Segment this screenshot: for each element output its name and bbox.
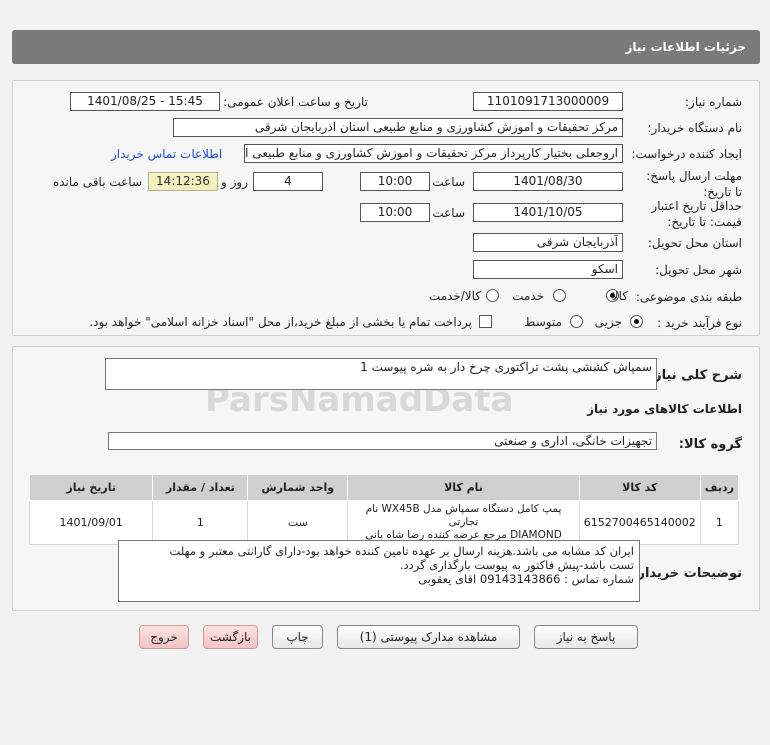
treasury-payment-checkbox[interactable] xyxy=(479,315,492,328)
cell-code: 6152700465140002 xyxy=(578,500,701,545)
buyer-notes-line1: ایران کد مشابه می باشد.هزینه ارسال بر عه… xyxy=(169,544,634,558)
cell-row: 1 xyxy=(699,500,740,545)
announce-label: تاریخ و ساعت اعلان عمومی: xyxy=(223,95,368,109)
remaining-label: ساعت باقی مانده xyxy=(52,175,142,189)
goods-table-wrap: ردیف کد کالا نام کالا واحد شمارش تعداد /… xyxy=(28,474,740,545)
contact-buyer-link[interactable]: اطلاعات تماس خریدار xyxy=(111,147,222,161)
process-option-minor: جزیی xyxy=(594,315,622,329)
goods-group-field: تجهیزات خانگی، اداری و صنعتی xyxy=(108,432,657,450)
validity-time-field: 10:00 xyxy=(360,203,430,222)
validity-label: حداقل تاریخ اعتبار قیمت: تا تاریخ: xyxy=(651,199,742,229)
goods-table: ردیف کد کالا نام کالا واحد شمارش تعداد /… xyxy=(28,474,740,545)
announce-field: 1401/08/25 - 15:45 xyxy=(70,92,220,111)
treasury-payment-note: پرداخت تمام یا بخشی از مبلغ خرید،از محل … xyxy=(89,315,472,329)
col-header-code: کد کالا xyxy=(578,474,701,501)
deadline-time-field: 10:00 xyxy=(360,172,430,191)
goods-group-label: گروه کالا: xyxy=(678,437,742,452)
reply-button[interactable]: پاسخ به نیاز xyxy=(534,625,638,649)
buyer-org-field: مرکز تحقیقات و اموزش کشاورزی و منابع طبی… xyxy=(173,118,623,137)
col-header-name: نام کالا xyxy=(347,474,580,501)
description-field: سمپاش کششی پشت تراکتوری چرخ دار به شره پ… xyxy=(105,358,657,390)
need-number-field: 1101091713000009 xyxy=(473,92,623,111)
validity-time-label: ساعت xyxy=(432,206,465,220)
buyer-notes-line2: تست باشد-پیش فاکتور به پیوست بارگذاری گر… xyxy=(399,558,634,572)
table-row: 1 6152700465140002 پمپ کامل دستگاه سمپاش… xyxy=(28,500,740,545)
process-label: نوع فرآیند خرید : xyxy=(657,316,742,330)
city-field: اسکو xyxy=(473,260,623,279)
category-label: طبقه بندی موضوعی: xyxy=(635,290,742,304)
cell-date: 1401/09/01 xyxy=(28,500,154,545)
cell-name: پمپ کامل دستگاه سمپاش مدل WX45B نام تجار… xyxy=(347,500,580,545)
cell-qty: 1 xyxy=(152,500,249,545)
category-radio-service[interactable] xyxy=(553,289,566,302)
col-header-qty: تعداد / مقدار xyxy=(152,474,249,501)
print-button[interactable]: چاپ xyxy=(272,625,323,649)
city-label: شهر محل تحویل: xyxy=(655,263,742,277)
days-count-field: 4 xyxy=(253,172,323,191)
cell-unit: ست xyxy=(247,500,349,545)
buyer-org-label: نام دستگاه خریدار: xyxy=(647,121,743,135)
process-option-medium: متوسط xyxy=(524,315,562,329)
deadline-label: مهلت ارسال پاسخ: تا تاریخ: xyxy=(646,169,742,199)
creator-field: اروجعلی بختیار کارپرداز مرکز تحقیقات و ا… xyxy=(244,144,623,163)
description-label: شرح کلی نیاز: xyxy=(648,368,742,383)
buyer-notes-field: ایران کد مشابه می باشد.هزینه ارسال بر عه… xyxy=(118,540,640,602)
col-header-row: ردیف xyxy=(699,474,740,501)
cell-name-line1: پمپ کامل دستگاه سمپاش مدل WX45B نام تجار… xyxy=(365,503,562,528)
table-header-row: ردیف کد کالا نام کالا واحد شمارش تعداد /… xyxy=(28,474,740,501)
page-header: جزئیات اطلاعات نیاز xyxy=(12,30,760,64)
category-radio-goods-service[interactable] xyxy=(486,289,499,302)
process-radio-minor[interactable] xyxy=(630,315,643,328)
view-attachments-button[interactable]: مشاهده مدارک پیوستی (1) xyxy=(337,625,520,649)
category-option-service: خدمت xyxy=(512,289,544,303)
remaining-time-field: 14:12:36 xyxy=(148,172,218,191)
days-label: روز و xyxy=(221,175,248,189)
province-label: استان محل تحویل: xyxy=(647,236,742,250)
back-button[interactable]: بازگشت xyxy=(203,625,258,649)
province-field: آذربایجان شرقی xyxy=(473,233,623,252)
category-option-goods-service: کالا/خدمت xyxy=(428,289,481,303)
page-title: جزئیات اطلاعات نیاز xyxy=(625,40,746,54)
creator-label: ایجاد کننده درخواست: xyxy=(631,147,742,161)
buyer-notes-label: توضیحات خریدار: xyxy=(632,566,742,581)
deadline-time-label: ساعت xyxy=(432,175,465,189)
process-radio-medium[interactable] xyxy=(570,315,583,328)
deadline-date-field: 1401/08/30 xyxy=(473,172,623,191)
col-header-date: تاریخ نیاز xyxy=(28,474,154,501)
category-option-goods: کالا xyxy=(611,289,628,303)
goods-section-title: اطلاعات کالاهای مورد نیاز xyxy=(587,402,742,416)
col-header-unit: واحد شمارش xyxy=(247,474,349,501)
exit-button[interactable]: خروج xyxy=(139,625,189,649)
validity-date-field: 1401/10/05 xyxy=(473,203,623,222)
need-number-label: شماره نیاز: xyxy=(685,95,742,109)
buyer-notes-line3: شماره تماس : 09143143866 اقای یعقوبی xyxy=(418,572,634,586)
